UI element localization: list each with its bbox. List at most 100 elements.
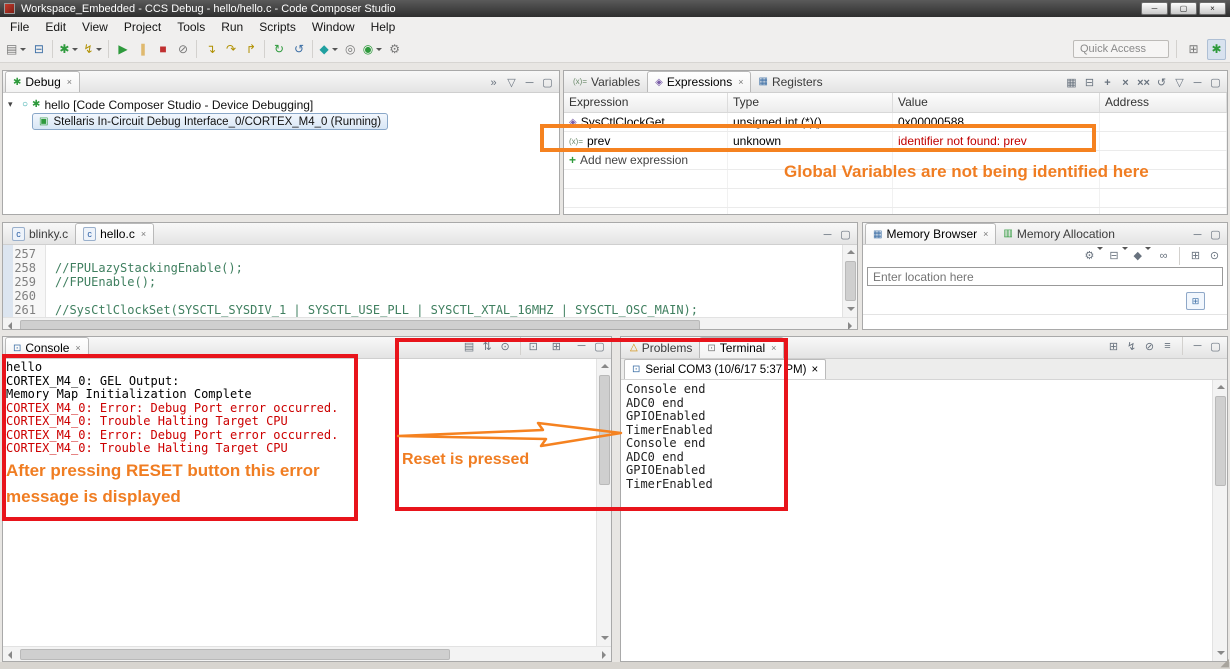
expander-icon[interactable]: ▾ bbox=[8, 99, 18, 110]
column-header-expression[interactable]: Expression bbox=[564, 93, 728, 112]
console-vertical-scrollbar[interactable] bbox=[596, 359, 611, 646]
console-output[interactable]: hello CORTEX_M4_0: GEL Output: Memory Ma… bbox=[3, 359, 596, 646]
memory-location-input[interactable] bbox=[867, 267, 1223, 286]
column-header-value[interactable]: Value bbox=[893, 93, 1100, 112]
connect-icon[interactable]: ↯ bbox=[1125, 340, 1138, 353]
step-into-button[interactable]: ↴ bbox=[201, 39, 220, 60]
new-file-button[interactable]: ▤ bbox=[4, 39, 28, 60]
external-tools-button[interactable]: ◉ bbox=[361, 39, 384, 60]
scroll-thumb[interactable] bbox=[1214, 396, 1226, 486]
remove-expression-icon[interactable]: × bbox=[1119, 77, 1132, 89]
ccs-debug-perspective-button[interactable]: ✱ bbox=[1207, 38, 1226, 60]
add-expression-icon[interactable]: + bbox=[1101, 77, 1114, 89]
editor-horizontal-scrollbar[interactable] bbox=[3, 317, 857, 329]
disconnect-button[interactable]: ⊘ bbox=[173, 39, 192, 60]
code-area[interactable]: 257 258 //FPULazyStackingEnable(); 259 //F… bbox=[3, 245, 842, 317]
diamond-icon[interactable]: ◆ bbox=[1134, 249, 1151, 262]
open-console-icon[interactable]: ⊞ bbox=[552, 340, 570, 353]
toolbar-overflow-icon[interactable]: » bbox=[487, 77, 500, 89]
tab-serial-com3[interactable]: ⊡ Serial COM3 (10/6/17 5:37 PM) × bbox=[624, 359, 827, 379]
scroll-down-arrow[interactable] bbox=[597, 631, 612, 646]
scroll-right-arrow[interactable] bbox=[596, 647, 611, 662]
close-tab-icon[interactable]: × bbox=[811, 364, 818, 376]
menu-run[interactable]: Run bbox=[213, 19, 251, 35]
new-tab-icon[interactable]: ⊞ bbox=[1189, 249, 1202, 262]
maximize-view-icon[interactable]: ▢ bbox=[839, 228, 852, 241]
scroll-thumb[interactable] bbox=[844, 261, 856, 301]
scroll-thumb[interactable] bbox=[598, 375, 610, 485]
expression-row-prev[interactable]: (x)= prev unknown identifier not found: … bbox=[564, 132, 1227, 151]
terminal-output[interactable]: Console end ADC0 end GPIOEnabled TimerEn… bbox=[621, 380, 1212, 661]
search-button[interactable]: ◎ bbox=[341, 39, 360, 60]
menu-edit[interactable]: Edit bbox=[37, 19, 74, 35]
refresh-button[interactable]: ↺ bbox=[289, 39, 308, 60]
scroll-up-arrow[interactable] bbox=[1213, 380, 1228, 395]
scroll-right-arrow[interactable] bbox=[842, 318, 857, 329]
menu-file[interactable]: File bbox=[2, 19, 37, 35]
gear-button[interactable]: ⚙ bbox=[385, 39, 404, 60]
close-button[interactable]: × bbox=[1199, 2, 1226, 15]
collapse-all-icon[interactable]: ⊟ bbox=[1083, 76, 1096, 89]
maximize-view-icon[interactable]: ▢ bbox=[1209, 76, 1222, 89]
menu-help[interactable]: Help bbox=[363, 19, 404, 35]
terminate-button[interactable]: ■ bbox=[153, 39, 172, 60]
editor-body[interactable]: 257 258 //FPULazyStackingEnable(); 259 //F… bbox=[3, 245, 857, 317]
quick-access-box[interactable]: Quick Access bbox=[1073, 40, 1169, 58]
scroll-lock-icon[interactable]: ⇅ bbox=[481, 340, 494, 353]
expression-row-sysctlclockget[interactable]: ◈ SysCtlClockGet unsigned int (*)() 0x00… bbox=[564, 113, 1227, 132]
remove-all-expressions-icon[interactable]: ×× bbox=[1137, 77, 1150, 89]
show-type-names-icon[interactable]: ▦ bbox=[1065, 76, 1078, 89]
tab-memory-allocation[interactable]: ▥ Memory Allocation bbox=[996, 223, 1122, 244]
scroll-up-arrow[interactable] bbox=[597, 359, 612, 374]
step-over-button[interactable]: ↷ bbox=[221, 39, 240, 60]
terminal-vertical-scrollbar[interactable] bbox=[1212, 380, 1227, 661]
tab-console[interactable]: ⊡ Console × bbox=[5, 337, 89, 358]
console-horizontal-scrollbar[interactable] bbox=[3, 646, 611, 661]
menu-window[interactable]: Window bbox=[304, 19, 363, 35]
minimize-button[interactable]: ─ bbox=[1141, 2, 1168, 15]
view-menu-icon[interactable]: ▽ bbox=[505, 76, 518, 89]
tab-registers[interactable]: ▦ Registers bbox=[751, 71, 829, 92]
scroll-down-arrow[interactable] bbox=[843, 302, 858, 317]
step-return-button[interactable]: ↱ bbox=[241, 39, 260, 60]
column-header-type[interactable]: Type bbox=[728, 93, 893, 112]
gear-icon[interactable]: ⚙ bbox=[1084, 249, 1103, 262]
column-header-address[interactable]: Address bbox=[1100, 93, 1227, 112]
debug-tree-root[interactable]: ▾ ○ ✱ hello [Code Composer Studio - Devi… bbox=[3, 96, 559, 113]
debug-tree-selected-node[interactable]: ▣ Stellaris In-Circuit Debug Interface_0… bbox=[32, 113, 389, 130]
tab-memory-browser[interactable]: ▦ Memory Browser × bbox=[865, 223, 997, 244]
menu-project[interactable]: Project bbox=[116, 19, 169, 35]
close-tab-icon[interactable]: × bbox=[771, 343, 776, 353]
restart-button[interactable]: ↻ bbox=[269, 39, 288, 60]
tab-hello-c[interactable]: c hello.c × bbox=[75, 223, 155, 244]
close-tab-icon[interactable]: × bbox=[75, 343, 80, 353]
maximize-button[interactable]: ▢ bbox=[1170, 2, 1197, 15]
minimize-view-icon[interactable]: ─ bbox=[1191, 77, 1204, 89]
open-perspective-button[interactable]: ⊞ bbox=[1184, 39, 1203, 60]
refresh-expressions-icon[interactable]: ↺ bbox=[1155, 76, 1168, 89]
editor-vertical-scrollbar[interactable] bbox=[842, 245, 857, 317]
link-icon[interactable]: ∞ bbox=[1157, 250, 1170, 262]
minimize-view-icon[interactable]: ─ bbox=[523, 77, 536, 89]
scroll-thumb[interactable] bbox=[20, 648, 450, 660]
minimize-view-icon[interactable]: ─ bbox=[821, 229, 834, 241]
close-tab-icon[interactable]: × bbox=[983, 229, 988, 239]
close-tab-icon[interactable]: × bbox=[738, 77, 743, 87]
menu-tools[interactable]: Tools bbox=[169, 19, 213, 35]
maximize-view-icon[interactable]: ▢ bbox=[1209, 228, 1222, 241]
new-terminal-icon[interactable]: ⊞ bbox=[1107, 340, 1120, 353]
resume-button[interactable]: ▶ bbox=[113, 39, 132, 60]
pin-icon[interactable]: ⊙ bbox=[1208, 249, 1221, 262]
menu-view[interactable]: View bbox=[74, 19, 116, 35]
scroll-thumb[interactable] bbox=[20, 319, 700, 329]
maximize-view-icon[interactable]: ▢ bbox=[593, 340, 606, 353]
target-config-button[interactable]: ◆ bbox=[317, 39, 339, 60]
view-menu-icon[interactable]: ▽ bbox=[1173, 76, 1186, 89]
tab-variables[interactable]: (x)= Variables bbox=[566, 71, 647, 92]
scroll-left-arrow[interactable] bbox=[3, 318, 18, 329]
tab-blinky-c[interactable]: c blinky.c bbox=[5, 223, 75, 244]
suspend-button[interactable]: ∥ bbox=[133, 39, 152, 60]
flash-button[interactable]: ↯ bbox=[81, 39, 104, 60]
maximize-view-icon[interactable]: ▢ bbox=[1209, 340, 1222, 353]
minimize-view-icon[interactable]: ─ bbox=[575, 340, 588, 352]
